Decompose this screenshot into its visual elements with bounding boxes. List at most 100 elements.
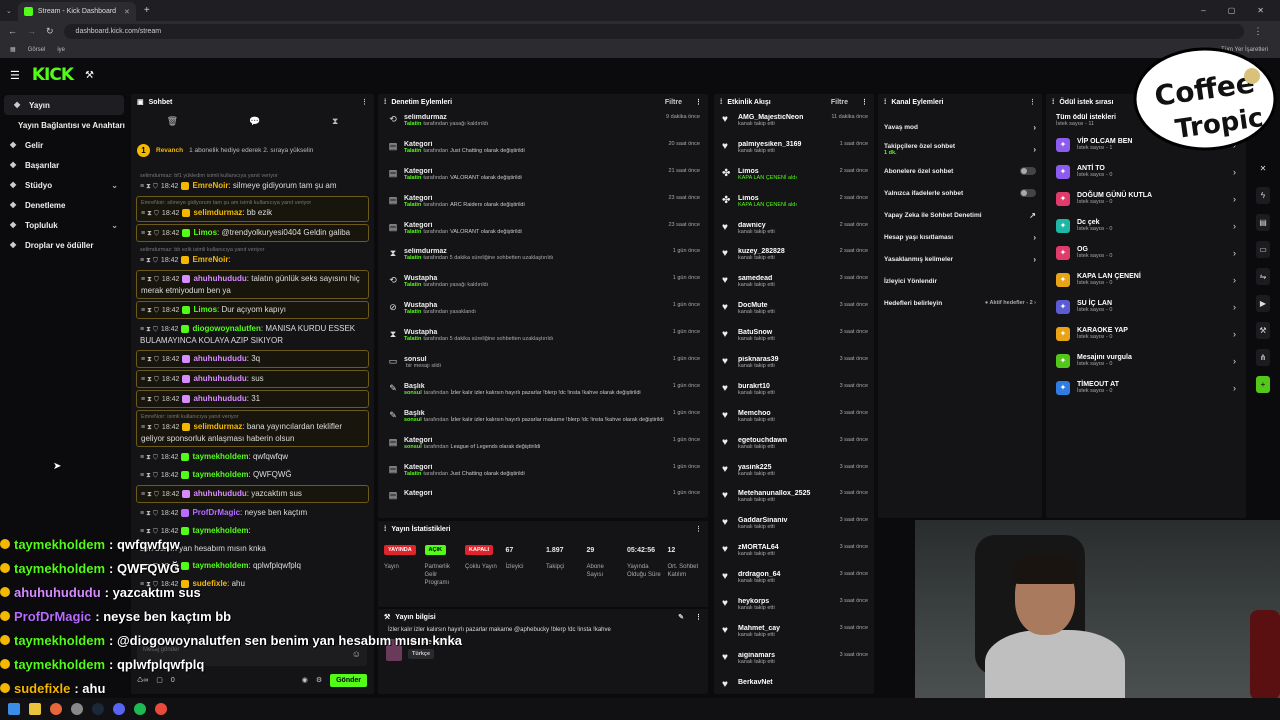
back-icon[interactable]: ← (8, 26, 17, 36)
channel-action-row[interactable]: Yasaklanmış kelimeler › (878, 248, 1042, 270)
sidebar-item[interactable]: ◆ Yayın (4, 95, 124, 115)
mod-tools-icon[interactable]: ≡ ⧗ ⛉ (140, 326, 158, 333)
trash-icon[interactable]: 🗑 (167, 116, 178, 127)
activity-user[interactable]: Metehanunallox_2525 (738, 490, 834, 497)
chat-username[interactable]: Limos (193, 305, 217, 314)
channel-action-row[interactable]: İzleyici Yönlendir (878, 270, 1042, 292)
channel-action-row[interactable]: Abonelere özel sohbet (878, 160, 1042, 182)
mod-tools-icon[interactable]: ≡ ⧗ ⛉ (140, 510, 158, 517)
chat-username[interactable]: ProfDrMagic (192, 508, 240, 517)
chevron-right-icon[interactable]: › (1233, 383, 1236, 393)
mod-tools-icon[interactable]: ≡ ⧗ ⛉ (141, 424, 159, 431)
chrome-active-icon[interactable] (155, 703, 167, 715)
chat-username[interactable]: Limos (193, 228, 217, 237)
activity-row[interactable]: ♥ zMORTAL64 kanalı takip etti 3 saat önce (714, 540, 874, 567)
drag-icon[interactable]: ⁞ (384, 99, 386, 106)
activity-user[interactable]: Limos (738, 168, 834, 175)
reward-row[interactable]: ✦ DOĞUM GÜNÜ KUTLA İstek sayısı - 0 › (1046, 185, 1246, 212)
chat-username[interactable]: selimdurmaz (193, 422, 242, 431)
sidebar-item[interactable]: ◆ Topluluk ⌄ (0, 215, 128, 235)
chat-message[interactable]: ≡ ⧗ ⛉ 18:42 ahuhuhududu: 3q (136, 350, 369, 368)
log-actor[interactable]: Talatin (404, 175, 421, 181)
moderation-log-row[interactable]: ⧗ Wustapha Talatin tarafından 5 dakika süre… (378, 325, 708, 352)
activity-user[interactable]: yasink225 (738, 464, 834, 471)
mod-tools-icon[interactable]: ≡ ⧗ ⛉ (141, 307, 159, 314)
log-actor[interactable]: Talatin (404, 282, 421, 288)
mod-tools-icon[interactable]: ≡ ⧗ ⛉ (141, 276, 159, 283)
folder-icon[interactable] (29, 703, 41, 715)
activity-user[interactable]: aiginamars (738, 652, 834, 659)
moderation-log-row[interactable]: ▤ Kategori Talatin tarafından ARC Raiders ol… (378, 191, 708, 218)
reward-row[interactable]: ✦ Mesajını vurgula İstek sayısı - 0 › (1046, 347, 1246, 374)
rail-share-icon[interactable]: ⋔ (1256, 349, 1270, 366)
mod-tools-icon[interactable]: ≡ ⧗ ⛉ (140, 257, 158, 264)
chat-message[interactable]: ≡ ⧗ ⛉ 18:42 Limos: @trendyolkuryesi0404 Ge… (136, 224, 369, 242)
tools-icon[interactable]: ⚒ (85, 70, 94, 81)
log-actor[interactable]: Talatin (404, 255, 421, 261)
spotify-icon[interactable] (134, 703, 146, 715)
moderation-log-row[interactable]: ▤ Kategori Talatin tarafından Just Chatting … (378, 460, 708, 487)
tab-list-icon[interactable]: ⌄ (6, 7, 12, 15)
mod-tools-icon[interactable]: ≡ ⧗ ⛉ (141, 356, 159, 363)
moderation-log-row[interactable]: ✎ Başlık sonsul tarafından İzler kalır izler… (378, 406, 708, 433)
moderation-log-row[interactable]: ▤ Kategori Talatin tarafından Just Chatting … (378, 137, 708, 164)
chat-message[interactable]: ≡ ⧗ ⛉ 18:42 diogowoynalutfen: MANISA KURDU… (136, 321, 369, 348)
forward-icon[interactable]: → (27, 26, 36, 36)
chat-username[interactable]: ahuhuhududu (193, 489, 246, 498)
chat-username[interactable]: selimdurmaz (193, 208, 242, 217)
chat-message[interactable]: ≡ ⧗ ⛉ 18:42 ahuhuhududu: talatın günlük se… (136, 270, 369, 299)
activity-row[interactable]: ♥ aiginamars kanalı takip etti 3 saat önce (714, 648, 874, 675)
bookmark-item[interactable]: Görsel (28, 47, 46, 53)
chevron-right-icon[interactable]: › (1233, 221, 1236, 231)
activity-user[interactable]: Mahmet_cay (738, 625, 834, 632)
log-actor[interactable]: Talatin (404, 471, 421, 477)
toggle-switch[interactable] (1020, 167, 1036, 175)
activity-user[interactable]: BerkavNet (738, 679, 862, 686)
start-icon[interactable] (8, 703, 20, 715)
chat-username[interactable]: ahuhuhududu (193, 274, 246, 283)
menu-icon[interactable]: ☰ (10, 69, 20, 82)
reward-row[interactable]: ✦ KAPA LAN ÇENENİ İstek sayısı - 0 › (1046, 266, 1246, 293)
new-tab-icon[interactable]: + (144, 5, 150, 16)
chat-message[interactable]: ≡ ⧗ ⛉ 18:42 ahuhuhududu: yazcaktım sus (136, 485, 369, 503)
mod-tools-icon[interactable]: ≡ ⧗ ⛉ (140, 454, 158, 461)
hourglass-icon[interactable]: ⧗ (332, 116, 338, 127)
chevron-right-icon[interactable]: › (1033, 255, 1036, 264)
channel-action-row[interactable]: Yalnızca ifadelerle sohbet (878, 182, 1042, 204)
mod-tools-icon[interactable]: ≡ ⧗ ⛉ (141, 230, 159, 237)
chat-message[interactable]: ≡ ⧗ ⛉ 18:42 ProfDrMagic: neyse ben kaçtım (136, 505, 369, 521)
browser-tab[interactable]: Stream - Kick Dashboard ✕ (17, 2, 136, 21)
activity-row[interactable]: ♥ Mahmet_cay kanalı takip etti 3 saat önce (714, 621, 874, 648)
chat-username[interactable]: ahuhuhududu (193, 374, 246, 383)
channel-action-row[interactable]: Yapay Zeka ile Sohbet Denetimi ↗ (878, 204, 1042, 226)
chat-message[interactable]: selimdurmaz: bb ezik isimli kullanıcıya … (136, 244, 369, 268)
chevron-right-icon[interactable]: › (1033, 233, 1036, 242)
reward-row[interactable]: ✦ KARAOKE YAP İstek sayısı - 0 › (1046, 320, 1246, 347)
sidebar-item[interactable]: ◆ Gelir (0, 135, 128, 155)
activity-row[interactable]: ♥ BerkavNet (714, 675, 874, 694)
profile-avatar[interactable] (1244, 68, 1260, 84)
moderation-log-row[interactable]: ▤ Kategori Talatin tarafından VALORANT olara… (378, 164, 708, 191)
moderation-log-row[interactable]: ▤ Kategori sonsul tarafından League of Legen… (378, 433, 708, 460)
activity-user[interactable]: heykorps (738, 598, 834, 605)
rail-bolt-icon[interactable]: ϟ (1256, 187, 1270, 204)
activity-user[interactable]: drdragon_64 (738, 571, 834, 578)
chevron-right-icon[interactable]: › (1233, 329, 1236, 339)
log-actor[interactable]: sonsul (404, 390, 422, 396)
activity-row[interactable]: ♥ drdragon_64 kanalı takip etti 3 saat önce (714, 567, 874, 594)
log-actor[interactable]: Talatin (404, 202, 421, 208)
chat-menu-icon[interactable]: ⋮ (361, 98, 368, 106)
activity-user[interactable]: BatuSnow (738, 329, 834, 336)
moderation-filter-button[interactable]: Filtre (665, 99, 682, 106)
activity-row[interactable]: ♥ GaddarSinaniv kanalı takip etti 3 saat ön… (714, 513, 874, 540)
log-actor[interactable]: Talatin (404, 336, 421, 342)
activity-user[interactable]: Limos (738, 195, 834, 202)
chat-username[interactable]: ahuhuhududu (193, 354, 246, 363)
activity-row[interactable]: ♥ Metehanunallox_2525 kanalı takip etti 3 s… (714, 486, 874, 513)
mod-tools-icon[interactable]: ≡ ⧗ ⛉ (140, 472, 158, 479)
maximize-icon[interactable]: ▢ (1228, 6, 1236, 15)
moderation-log-row[interactable]: ⧗ selimdurmaz Talatin tarafından 5 dakika s… (378, 244, 708, 271)
close-tab-icon[interactable]: ✕ (124, 8, 130, 16)
activity-filter-button[interactable]: Filtre (831, 99, 848, 106)
activity-row[interactable]: ♥ AMG_MajesticNeon kanalı takip etti 11 dak… (714, 110, 874, 137)
